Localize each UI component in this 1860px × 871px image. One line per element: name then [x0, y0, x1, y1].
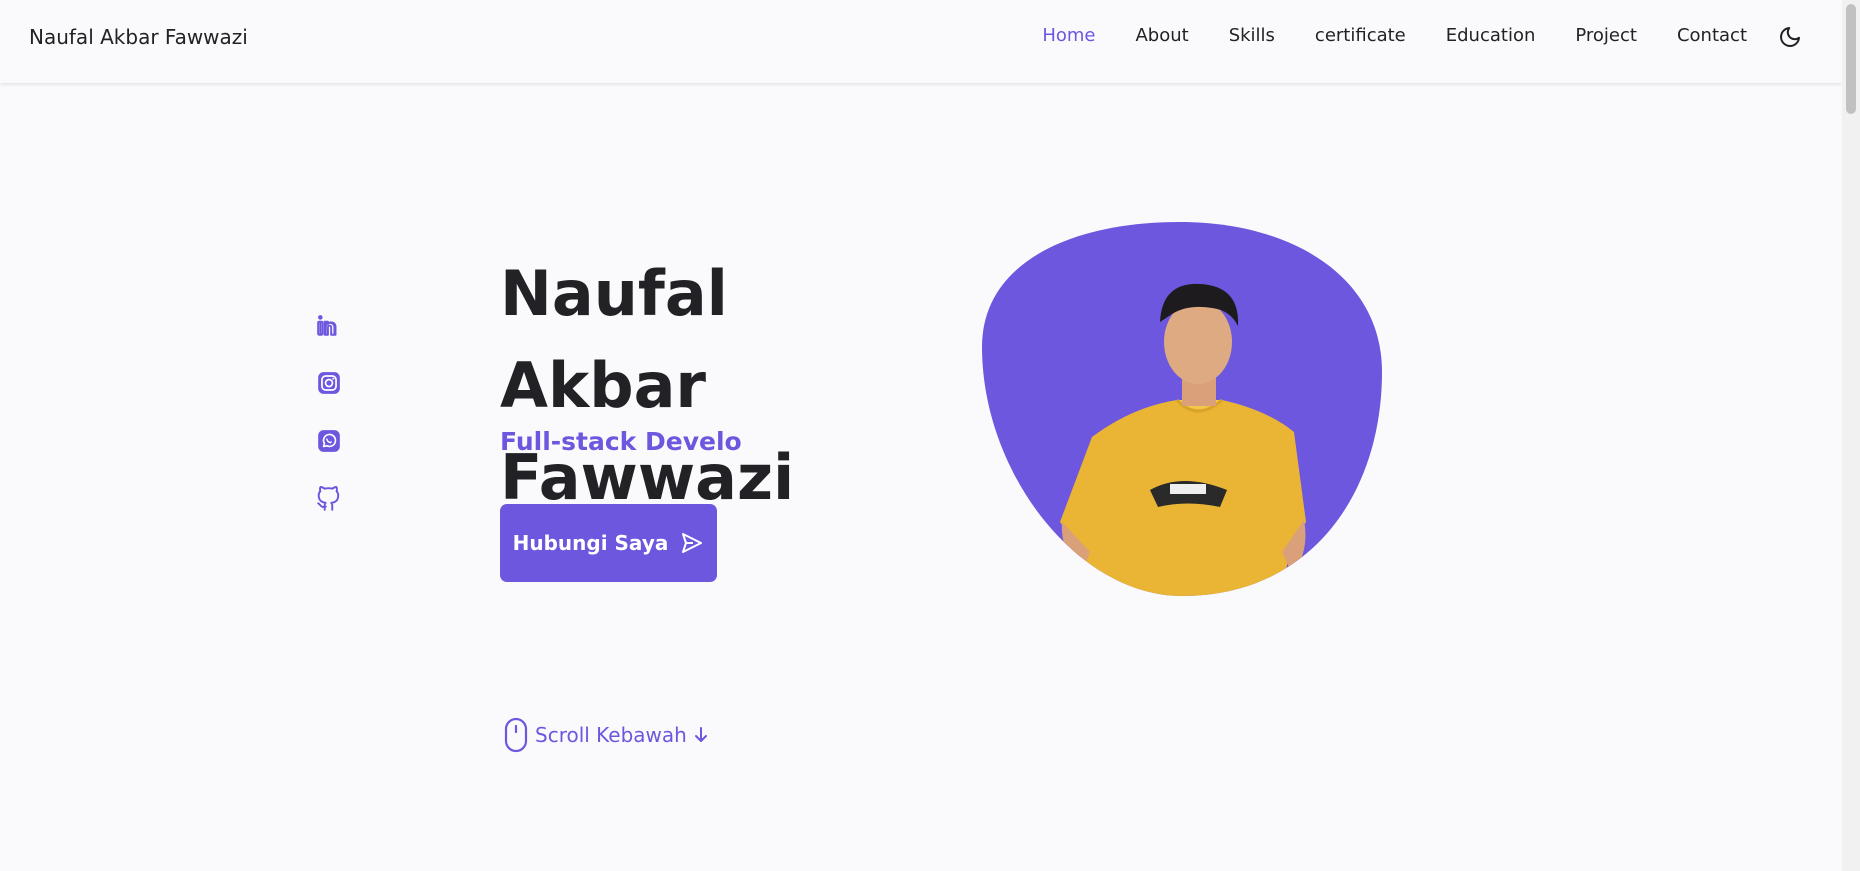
linkedin-icon	[317, 315, 337, 336]
instagram-icon	[318, 372, 340, 394]
nav-home[interactable]: Home	[1042, 25, 1095, 46]
profile-photo	[982, 222, 1382, 596]
nav-certificate[interactable]: certificate	[1315, 25, 1406, 46]
whatsapp-icon	[318, 430, 340, 452]
site-header: Naufal Akbar Fawwazi Home About Skills c…	[0, 0, 1842, 83]
contact-me-label: Hubungi Saya	[512, 531, 669, 555]
page: Naufal Akbar Fawwazi Home About Skills c…	[0, 0, 1860, 871]
arrow-down-icon	[694, 727, 707, 742]
moon-icon	[1780, 27, 1800, 47]
main-nav: Home About Skills certificate Education …	[1042, 25, 1747, 46]
social-links	[316, 312, 342, 512]
nav-about[interactable]: About	[1135, 25, 1188, 46]
contact-me-button[interactable]: Hubungi Saya	[500, 504, 717, 582]
linkedin-link[interactable]	[316, 312, 342, 338]
hero-subtitle: Full-stack Develo	[500, 427, 742, 456]
instagram-link[interactable]	[316, 370, 342, 396]
whatsapp-link[interactable]	[316, 428, 342, 454]
nav-skills[interactable]: Skills	[1229, 25, 1275, 46]
github-link[interactable]	[316, 486, 342, 512]
nav-education[interactable]: Education	[1446, 25, 1536, 46]
send-icon	[682, 533, 703, 553]
scrollbar-thumb[interactable]	[1846, 4, 1856, 114]
hero-title: Naufal Akbar Fawwazi	[500, 248, 940, 524]
site-logo[interactable]: Naufal Akbar Fawwazi	[29, 25, 248, 49]
scroll-down-label: Scroll Kebawah	[535, 723, 687, 747]
scroll-down-link[interactable]: Scroll Kebawah	[503, 717, 709, 753]
mouse-icon	[504, 717, 528, 753]
theme-toggle-button[interactable]	[1777, 24, 1803, 50]
nav-project[interactable]: Project	[1575, 25, 1637, 46]
scrollbar[interactable]	[1842, 0, 1860, 871]
hero-title-line1: Naufal Akbar	[500, 257, 728, 422]
github-icon	[317, 486, 340, 511]
nav-contact[interactable]: Contact	[1677, 25, 1747, 46]
